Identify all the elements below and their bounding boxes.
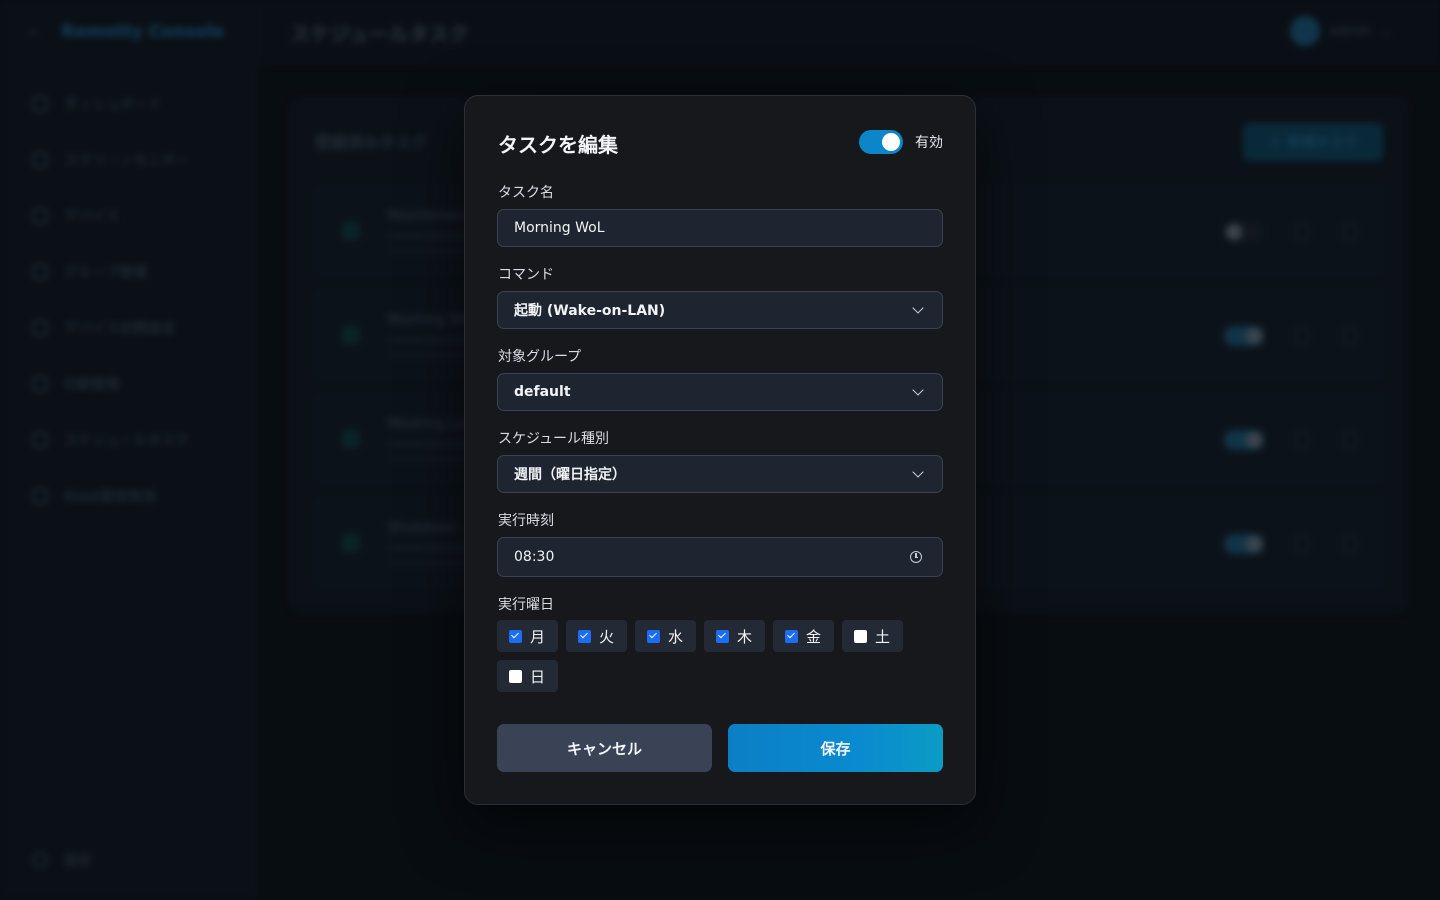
command-select[interactable]: 起動 (Wake-on-LAN) xyxy=(497,291,943,329)
chevron-down-icon xyxy=(912,466,924,478)
dialog-title: タスクを編集 xyxy=(498,133,618,157)
task-name-label: タスク名 xyxy=(498,185,554,201)
day-checkbox-wed[interactable]: 水 xyxy=(635,620,696,652)
command-label: コマンド xyxy=(498,267,554,283)
run-days-label: 実行曜日 xyxy=(498,597,554,613)
day-checkbox-tue[interactable]: 火 xyxy=(566,620,627,652)
schedule-type-select[interactable]: 週間（曜日指定） xyxy=(497,455,943,493)
day-checkbox-sat[interactable]: 土 xyxy=(842,620,903,652)
run-time-value: 08:30 xyxy=(514,549,555,565)
day-label: 金 xyxy=(806,627,822,646)
day-label: 火 xyxy=(599,627,615,646)
enable-label: 有効 xyxy=(915,135,943,151)
enable-toggle[interactable] xyxy=(859,130,903,154)
edit-task-dialog: タスクを編集 有効 タスク名 Morning WoL コマンド 起動 (Wake… xyxy=(464,95,976,805)
day-label: 木 xyxy=(737,627,753,646)
schedule-type-value: 週間（曜日指定） xyxy=(514,467,626,483)
run-time-input[interactable]: 08:30 xyxy=(497,537,943,577)
day-checkbox-fri[interactable]: 金 xyxy=(773,620,834,652)
run-time-label: 実行時刻 xyxy=(498,513,554,529)
checkbox-unchecked-icon xyxy=(509,669,522,683)
task-name-input[interactable]: Morning WoL xyxy=(497,209,943,247)
checkbox-checked-icon xyxy=(578,629,591,643)
target-group-label: 対象グループ xyxy=(498,349,582,365)
day-label: 日 xyxy=(530,667,546,686)
chevron-down-icon xyxy=(912,302,924,314)
chevron-down-icon xyxy=(912,384,924,396)
checkbox-checked-icon xyxy=(785,629,798,643)
checkbox-checked-icon xyxy=(716,629,729,643)
clock-icon[interactable] xyxy=(910,551,922,563)
day-checkbox-thu[interactable]: 木 xyxy=(704,620,765,652)
day-label: 土 xyxy=(875,627,891,646)
cancel-button[interactable]: キャンセル xyxy=(497,724,712,772)
checkbox-checked-icon xyxy=(647,629,660,643)
checkbox-unchecked-icon xyxy=(854,629,867,643)
save-button[interactable]: 保存 xyxy=(728,724,943,772)
day-checkbox-mon[interactable]: 月 xyxy=(497,620,558,652)
target-group-select[interactable]: default xyxy=(497,373,943,411)
day-label: 月 xyxy=(530,627,546,646)
target-group-value: default xyxy=(514,384,571,400)
task-name-value: Morning WoL xyxy=(514,220,605,236)
schedule-type-label: スケジュール種別 xyxy=(498,431,610,447)
command-value: 起動 (Wake-on-LAN) xyxy=(514,303,666,319)
toggle-knob xyxy=(882,133,900,151)
day-label: 水 xyxy=(668,627,684,646)
day-checkbox-sun[interactable]: 日 xyxy=(497,660,558,692)
enable-switch-group: 有効 xyxy=(859,130,943,154)
checkbox-checked-icon xyxy=(509,629,522,643)
